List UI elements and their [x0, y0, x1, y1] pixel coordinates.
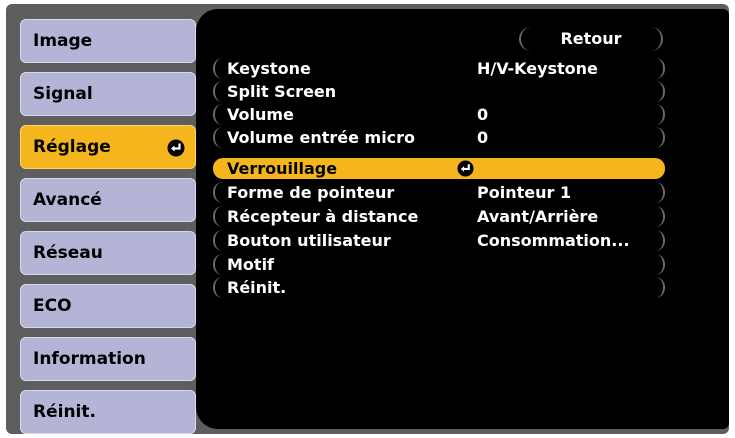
sidebar-item-label: ECO [33, 296, 72, 316]
sidebar-item-label: Avancé [33, 190, 102, 210]
menu-row-split-screen[interactable]: Split Screen [213, 81, 665, 102]
menu-row-volume-micro[interactable]: Volume entrée micro 0 [213, 127, 665, 148]
sidebar-item-reseau[interactable]: Réseau [20, 231, 196, 275]
row-value: Avant/Arrière [477, 207, 599, 226]
enter-icon [167, 139, 185, 157]
menu-row-keystone[interactable]: Keystone H/V-Keystone [213, 58, 665, 79]
sidebar-item-eco[interactable]: ECO [20, 284, 196, 328]
menu-row-volume[interactable]: Volume 0 [213, 104, 665, 125]
row-label: Forme de pointeur [227, 183, 395, 202]
row-label: Bouton utilisateur [227, 231, 391, 250]
row-label: Récepteur à distance [227, 207, 419, 226]
sidebar-item-reglage[interactable]: Réglage [20, 125, 196, 169]
sidebar-item-signal[interactable]: Signal [20, 72, 196, 116]
sidebar-item-avance[interactable]: Avancé [20, 178, 196, 222]
row-label: Volume [227, 105, 294, 124]
sidebar-item-label: Réglage [33, 137, 111, 157]
row-label: Volume entrée micro [227, 128, 416, 147]
row-label: Motif [227, 255, 275, 274]
menu-row-reinit[interactable]: Réinit. [213, 277, 665, 298]
row-value: 0 [477, 128, 489, 147]
row-value: H/V-Keystone [477, 59, 598, 78]
enter-icon [457, 160, 474, 177]
row-label: Réinit. [227, 278, 287, 297]
sidebar-item-image[interactable]: Image [20, 19, 196, 63]
menu-row-recepteur-distance[interactable]: Récepteur à distance Avant/Arrière [213, 206, 665, 227]
menu-row-verrouillage[interactable]: Verrouillage [213, 158, 665, 179]
sidebar-item-label: Réinit. [33, 402, 96, 422]
row-value: Pointeur 1 [477, 183, 572, 202]
row-value: Consommation... [477, 231, 630, 250]
sidebar-item-reinit[interactable]: Réinit. [20, 390, 196, 434]
sidebar-item-information[interactable]: Information [20, 337, 196, 381]
row-label: Keystone [227, 59, 311, 78]
menu-row-motif[interactable]: Motif [213, 254, 665, 275]
sidebar-item-label: Réseau [33, 243, 103, 263]
sidebar-item-label: Signal [33, 84, 93, 104]
sidebar-item-label: Image [33, 31, 93, 51]
row-label: Split Screen [227, 82, 337, 101]
menu-row-bouton-utilisateur[interactable]: Bouton utilisateur Consommation... [213, 230, 665, 251]
row-label: Verrouillage [227, 159, 338, 178]
menu-row-forme-pointeur[interactable]: Forme de pointeur Pointeur 1 [213, 182, 665, 203]
row-value: 0 [477, 105, 489, 124]
sidebar-item-label: Information [33, 349, 146, 369]
back-button[interactable]: Retour [519, 27, 663, 51]
